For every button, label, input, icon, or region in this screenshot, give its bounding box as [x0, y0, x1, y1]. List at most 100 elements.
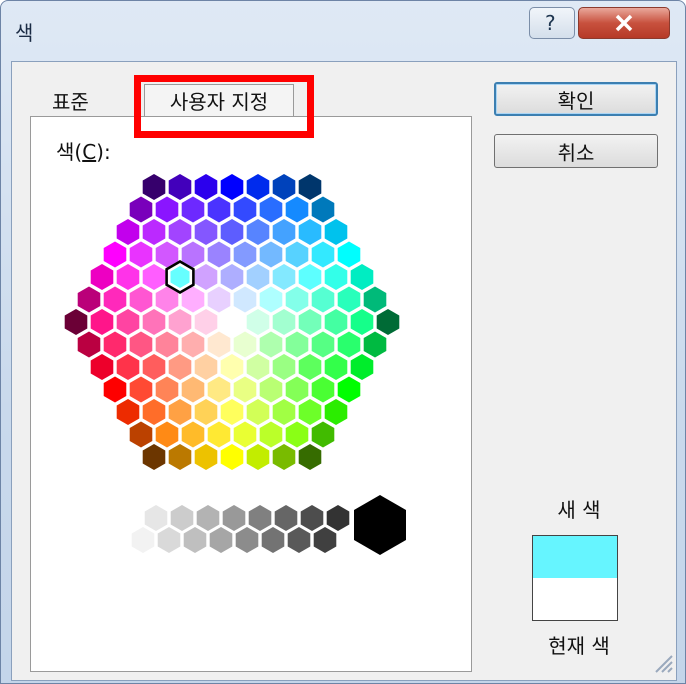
color-cell[interactable] — [285, 241, 309, 268]
gray-cell[interactable] — [287, 527, 311, 553]
color-cell[interactable] — [259, 331, 283, 358]
color-cell[interactable] — [142, 219, 166, 245]
color-cell[interactable] — [207, 241, 231, 268]
color-cell[interactable] — [311, 241, 335, 268]
black-cell[interactable] — [354, 495, 406, 555]
color-cell[interactable] — [337, 241, 361, 268]
gray-cell[interactable] — [313, 527, 337, 553]
color-cell[interactable] — [337, 286, 361, 313]
color-cell[interactable] — [142, 309, 166, 335]
color-cell[interactable] — [207, 376, 231, 403]
gray-cell[interactable] — [261, 527, 285, 553]
color-cell[interactable] — [155, 331, 179, 358]
color-cell[interactable] — [285, 196, 309, 223]
gray-cell[interactable] — [118, 505, 142, 531]
color-cell[interactable] — [298, 219, 322, 245]
color-cell[interactable] — [129, 376, 153, 403]
color-cell[interactable] — [350, 354, 374, 380]
color-cell[interactable] — [324, 354, 348, 380]
color-cell[interactable] — [272, 399, 296, 425]
color-cell[interactable] — [259, 241, 283, 268]
color-cell[interactable] — [77, 286, 101, 313]
color-cell[interactable] — [64, 309, 88, 335]
color-cell[interactable] — [246, 309, 270, 335]
color-cell[interactable] — [168, 309, 192, 335]
color-cell[interactable] — [311, 196, 335, 223]
color-cell[interactable] — [285, 421, 309, 448]
color-cell[interactable] — [207, 421, 231, 448]
color-cell[interactable] — [298, 174, 322, 200]
color-cell[interactable] — [246, 354, 270, 380]
gray-cell[interactable] — [144, 505, 168, 531]
color-cell[interactable] — [220, 219, 244, 245]
color-cell[interactable] — [207, 196, 231, 223]
color-cell[interactable] — [220, 309, 244, 335]
color-cell[interactable] — [129, 421, 153, 448]
color-cell[interactable] — [324, 309, 348, 335]
color-cell[interactable] — [298, 264, 322, 290]
color-cell[interactable] — [324, 399, 348, 425]
color-cell[interactable] — [129, 196, 153, 223]
color-cell[interactable] — [168, 354, 192, 380]
color-cell[interactable] — [324, 264, 348, 290]
gray-cell[interactable] — [157, 527, 181, 553]
color-cell[interactable] — [168, 399, 192, 425]
color-cell[interactable] — [220, 444, 244, 470]
ok-button[interactable]: 확인 — [494, 82, 658, 116]
color-cell[interactable] — [168, 444, 192, 470]
color-cell[interactable] — [142, 399, 166, 425]
color-cell[interactable] — [194, 174, 218, 200]
color-cell[interactable] — [285, 286, 309, 313]
gray-cell[interactable] — [326, 505, 350, 531]
color-cell[interactable] — [194, 309, 218, 335]
color-cell[interactable] — [233, 376, 257, 403]
color-cell[interactable] — [103, 241, 127, 268]
color-cell[interactable] — [116, 264, 140, 290]
color-cell[interactable] — [103, 286, 127, 313]
color-cell[interactable] — [376, 309, 400, 335]
color-cell[interactable] — [77, 331, 101, 358]
color-cell[interactable] — [246, 174, 270, 200]
color-cell[interactable] — [363, 331, 387, 358]
color-cell[interactable] — [142, 444, 166, 470]
color-cell[interactable] — [233, 421, 257, 448]
color-cell[interactable] — [259, 286, 283, 313]
color-cell[interactable] — [233, 241, 257, 268]
color-cell[interactable] — [233, 196, 257, 223]
color-cell[interactable] — [194, 219, 218, 245]
color-cell[interactable] — [233, 331, 257, 358]
color-cell[interactable] — [298, 444, 322, 470]
color-cell[interactable] — [311, 421, 335, 448]
color-cell[interactable] — [90, 354, 114, 380]
gray-cell[interactable] — [170, 505, 194, 531]
gray-cell[interactable] — [209, 527, 233, 553]
color-cell[interactable] — [220, 264, 244, 290]
gray-cell[interactable] — [131, 527, 155, 553]
color-cell[interactable] — [337, 376, 361, 403]
color-cell[interactable] — [129, 331, 153, 358]
cancel-button[interactable]: 취소 — [494, 134, 658, 168]
color-cell[interactable] — [272, 444, 296, 470]
color-cell[interactable] — [272, 219, 296, 245]
color-cell[interactable] — [142, 354, 166, 380]
color-cell[interactable] — [246, 444, 270, 470]
color-cell[interactable] — [155, 196, 179, 223]
color-cell[interactable] — [181, 421, 205, 448]
color-cell[interactable] — [116, 309, 140, 335]
color-cell[interactable] — [129, 241, 153, 268]
color-cell[interactable] — [90, 264, 114, 290]
color-cell[interactable] — [168, 219, 192, 245]
color-cell[interactable] — [194, 444, 218, 470]
gray-cell[interactable] — [274, 505, 298, 531]
color-cell[interactable] — [272, 354, 296, 380]
color-cell[interactable] — [350, 264, 374, 290]
color-cell[interactable] — [246, 219, 270, 245]
color-cell[interactable] — [116, 219, 140, 245]
color-cell[interactable] — [259, 376, 283, 403]
color-cell[interactable] — [337, 331, 361, 358]
color-cell[interactable] — [181, 196, 205, 223]
color-cell[interactable] — [194, 399, 218, 425]
color-cell[interactable] — [298, 399, 322, 425]
gray-cell[interactable] — [183, 527, 207, 553]
color-cell[interactable] — [207, 331, 231, 358]
